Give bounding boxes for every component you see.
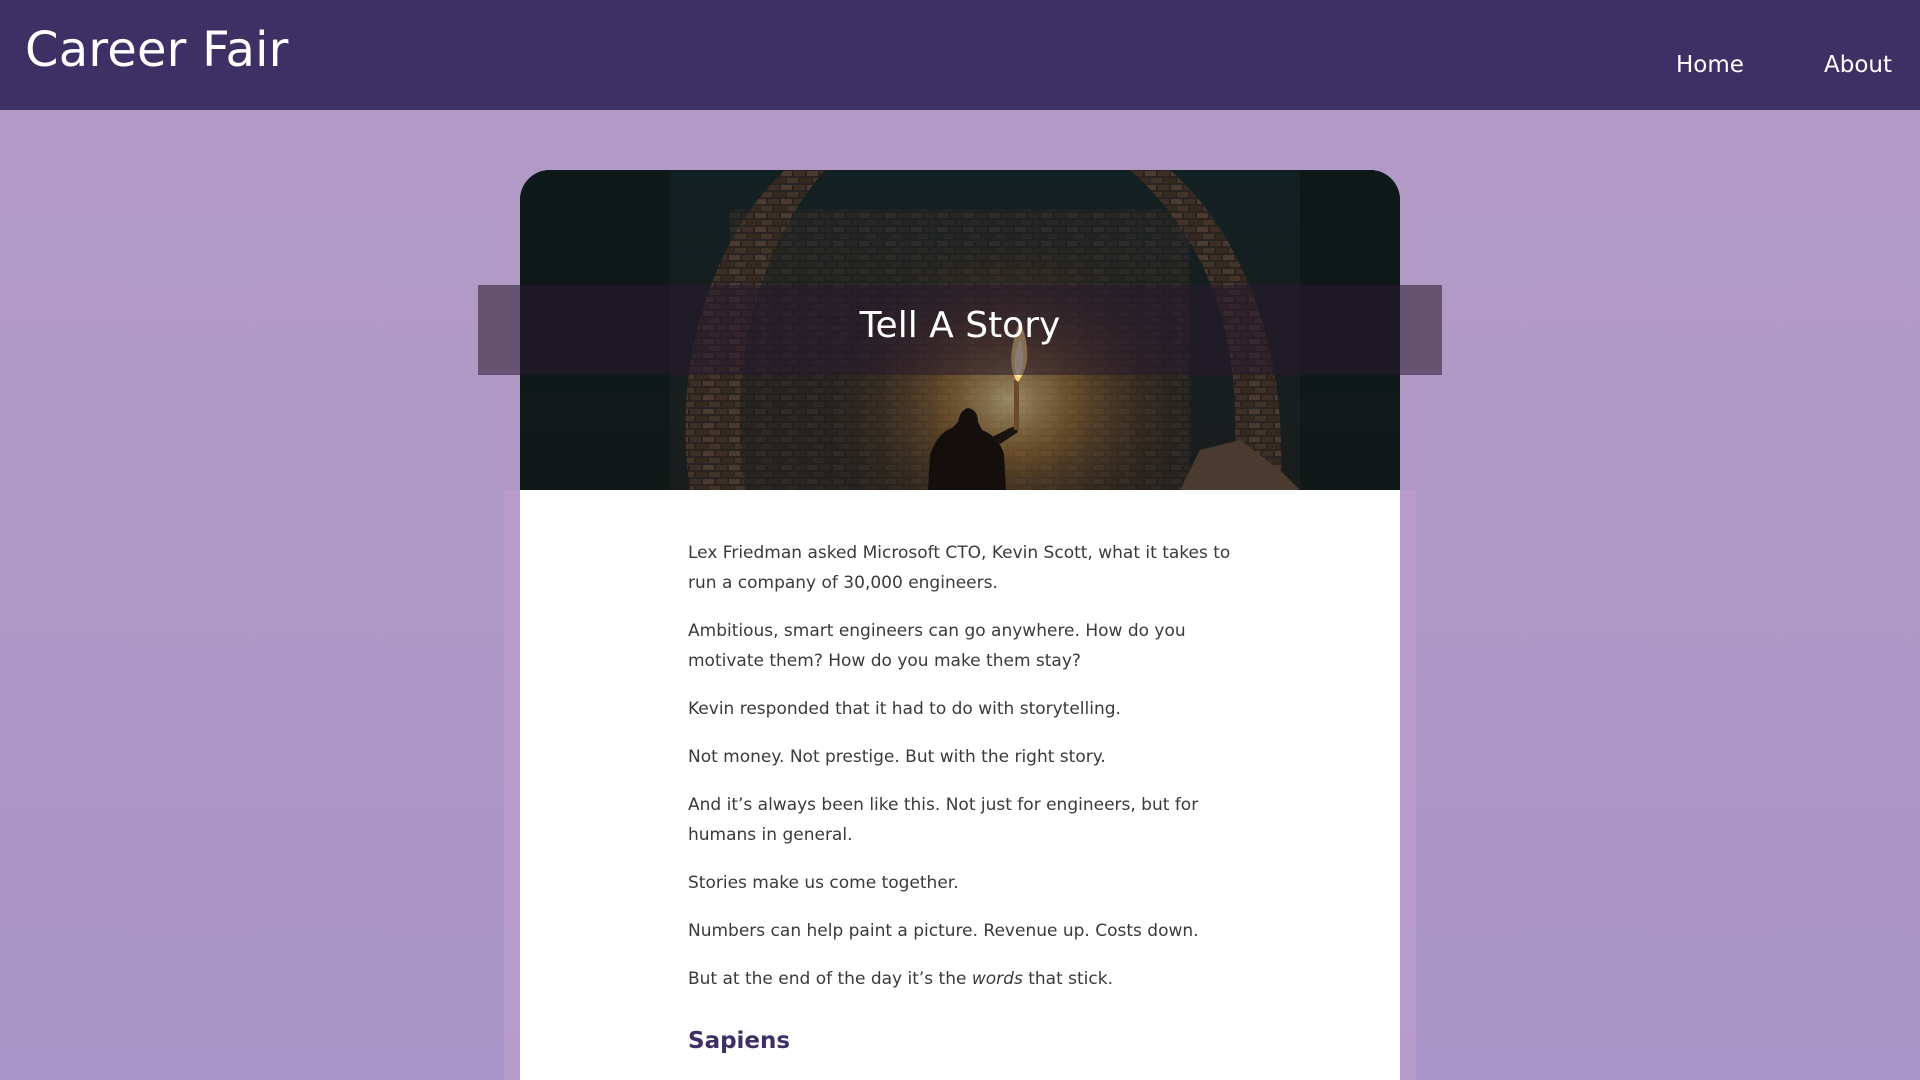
site-brand-link[interactable]: Career Fair — [25, 22, 289, 78]
article-paragraph: Not money. Not prestige. But with the ri… — [688, 747, 1106, 767]
closing-emphasis: words — [971, 969, 1023, 989]
article-paragraph: And it’s always been like this. Not just… — [688, 795, 1199, 845]
page-title: Tell A Story — [859, 305, 1061, 346]
closing-text-before: But at the end of the day it’s the — [688, 969, 972, 989]
top-navigation-bar: Career Fair Home About — [0, 0, 1920, 110]
article-card: Lex Friedman asked Microsoft CTO, Kevin … — [520, 490, 1400, 1080]
article-paragraph: Numbers can help paint a picture. Revenu… — [688, 921, 1199, 941]
article-paragraph: Ambitious, smart engineers can go anywhe… — [688, 621, 1186, 671]
article-paragraph: Lex Friedman asked Microsoft CTO, Kevin … — [688, 543, 1231, 593]
closing-text-after: that stick. — [1022, 969, 1113, 989]
hero-title-band: Tell A Story — [478, 285, 1442, 375]
nav-link-home[interactable]: Home — [1676, 52, 1744, 78]
article-body: Lex Friedman asked Microsoft CTO, Kevin … — [688, 538, 1248, 1056]
article-closing-paragraph: But at the end of the day it’s the words… — [688, 964, 1248, 994]
article-paragraph: Kevin responded that it had to do with s… — [688, 699, 1121, 719]
article-paragraph: Stories make us come together. — [688, 873, 959, 893]
nav-link-about[interactable]: About — [1824, 52, 1892, 78]
section-heading-sapiens: Sapiens — [688, 1028, 791, 1054]
